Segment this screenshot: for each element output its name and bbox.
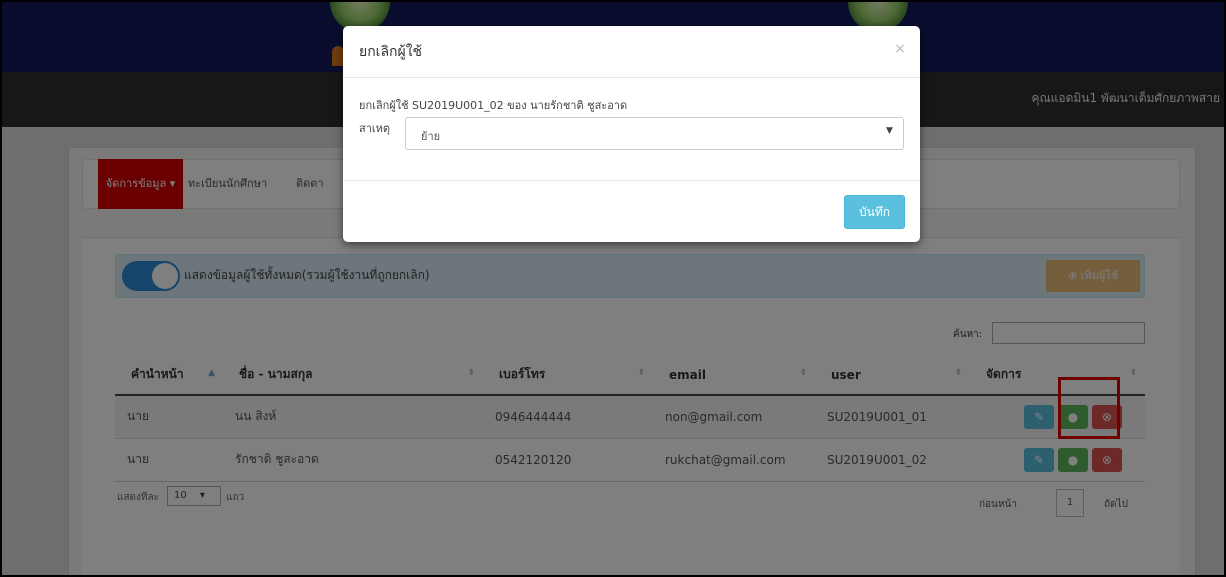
- modal-title: ยกเลิกผู้ใช้: [359, 44, 423, 60]
- close-icon[interactable]: ×: [894, 41, 906, 57]
- caret-down-icon: ▼: [886, 126, 893, 136]
- cancel-user-modal: ยกเลิกผู้ใช้ × ยกเลิกผู้ใช้ SU2019U001_0…: [343, 26, 920, 242]
- save-button[interactable]: บันทึก: [844, 195, 905, 229]
- modal-description: ยกเลิกผู้ใช้ SU2019U001_02 ของ นายรักชาต…: [359, 99, 628, 112]
- reason-label: สาเหตุ: [359, 122, 391, 135]
- modal-divider: [343, 180, 920, 181]
- modal-header: ยกเลิกผู้ใช้ ×: [343, 26, 920, 78]
- app-window: คุณแอดมิน1 พัฒนาเต็มศักยภาพสาย จัดการข้อ…: [0, 0, 1226, 577]
- reason-select[interactable]: [405, 117, 904, 150]
- reason-selected-value: ย้าย: [421, 130, 441, 143]
